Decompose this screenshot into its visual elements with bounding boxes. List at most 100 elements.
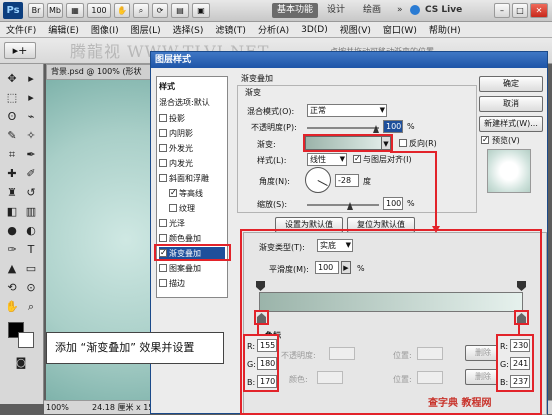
menu-analysis[interactable]: 分析(A) [252, 23, 295, 36]
3d-orbit-icon[interactable]: ⊙ [22, 279, 40, 297]
background-color-swatch[interactable] [18, 332, 34, 348]
opacity-slider[interactable] [307, 127, 379, 129]
checkbox[interactable] [159, 129, 167, 137]
preview-checkbox[interactable]: ✓ [481, 136, 489, 144]
angle-input[interactable]: -28 [335, 174, 359, 187]
style-item-inner-shadow[interactable]: 内阴影 [159, 127, 225, 141]
blend-mode-select[interactable]: 正常 ▼ [307, 104, 387, 117]
menu-filter[interactable]: 滤镜(T) [209, 23, 252, 36]
blur-tool-icon[interactable]: ● [3, 222, 21, 240]
screen-mode-icon[interactable]: ▣ [192, 3, 210, 18]
scale-input[interactable]: 100 [383, 197, 403, 210]
checkbox[interactable] [159, 279, 167, 287]
stop-color-swatch[interactable] [317, 371, 343, 384]
style-item-bevel[interactable]: 斜面和浮雕 [159, 172, 225, 186]
rotate-view-icon[interactable]: ⟳ [152, 3, 168, 18]
right-b-input[interactable]: 237 [510, 375, 530, 388]
quick-mask-icon[interactable]: ◙ [12, 354, 30, 372]
menu-select[interactable]: 选择(S) [167, 23, 210, 36]
workspace-essentials[interactable]: 基本功能 [272, 3, 319, 18]
crop-tool-icon[interactable]: ⌗ [3, 146, 21, 164]
style-item-drop-shadow[interactable]: 投影 [159, 112, 225, 126]
menu-3d[interactable]: 3D(D) [295, 25, 334, 35]
checkbox[interactable] [159, 114, 167, 122]
cancel-button[interactable]: 取消 [479, 96, 543, 112]
status-zoom[interactable]: 100% [46, 401, 69, 414]
stamp-tool-icon[interactable]: ♜ [3, 184, 21, 202]
move-tool-icon[interactable]: ✥ [3, 70, 21, 88]
menu-edit[interactable]: 编辑(E) [42, 23, 85, 36]
minibridge-button[interactable]: Mb [47, 3, 63, 18]
opacity-input[interactable]: 100 [383, 120, 403, 133]
ok-button[interactable]: 确定 [479, 76, 543, 92]
3d-rotate-icon[interactable]: ⟲ [3, 279, 21, 297]
right-g-input[interactable]: 241 [510, 357, 530, 370]
shape-tool-icon[interactable]: ▭ [22, 260, 40, 278]
checkbox[interactable] [159, 264, 167, 272]
angle-dial[interactable] [305, 167, 331, 193]
stop-location-input[interactable] [417, 347, 443, 360]
menu-view[interactable]: 视图(V) [334, 23, 377, 36]
menu-image[interactable]: 图像(I) [85, 23, 125, 36]
gradient-type-select[interactable]: 实底 ▼ [317, 239, 353, 252]
checkbox[interactable] [159, 144, 167, 152]
style-item-outer-glow[interactable]: 外发光 [159, 142, 225, 156]
blend-options-item[interactable]: 混合选项:默认 [159, 96, 225, 110]
lasso-tool-icon[interactable]: ʘ [3, 108, 21, 126]
smoothness-dropdown-icon[interactable]: ▶ [341, 261, 351, 274]
move-tool-preset-icon[interactable]: ▸+ [4, 42, 36, 59]
history-brush-icon[interactable]: ↺ [22, 184, 40, 202]
reverse-checkbox[interactable] [399, 139, 407, 147]
zoom-tool-icon[interactable]: ⌕ [22, 298, 40, 316]
style-item-stroke[interactable]: 描边 [159, 277, 225, 291]
checkbox[interactable] [159, 174, 167, 182]
new-style-button[interactable]: 新建样式(W)... [479, 116, 543, 132]
scale-slider[interactable] [307, 204, 379, 206]
eraser-tool-icon[interactable]: ◧ [3, 203, 21, 221]
left-r-input[interactable]: 155 [257, 339, 277, 352]
menu-window[interactable]: 窗口(W) [377, 23, 423, 36]
style-item-inner-glow[interactable]: 内发光 [159, 157, 225, 171]
marquee-alt-icon[interactable]: ▸ [22, 89, 40, 107]
workspace-more[interactable]: » [392, 3, 408, 18]
arrange-documents-icon[interactable]: ▤ [171, 3, 189, 18]
minimize-button[interactable]: – [494, 3, 510, 18]
checkbox[interactable] [169, 204, 177, 212]
document-tab[interactable]: 背景.psd @ 100% (形状 [46, 64, 156, 80]
eyedropper-icon[interactable]: ✒ [22, 146, 40, 164]
stop-color-location-input[interactable] [417, 371, 443, 384]
checkbox[interactable] [159, 219, 167, 227]
quick-select-icon[interactable]: ✎ [3, 127, 21, 145]
type-tool-icon[interactable]: T [22, 241, 40, 259]
brush-tool-icon[interactable]: ✐ [22, 165, 40, 183]
style-item-contour[interactable]: 等高线 [169, 186, 235, 201]
left-g-input[interactable]: 180 [257, 357, 277, 370]
view-extras-icon[interactable]: ▦ [66, 3, 84, 18]
cs-live-button[interactable]: CS Live [420, 3, 467, 18]
stop-opacity-input[interactable] [329, 347, 355, 360]
workspace-painting[interactable]: 绘画 [358, 3, 386, 18]
gradient-tool-icon[interactable]: ▥ [22, 203, 40, 221]
style-item-texture[interactable]: 纹理 [169, 202, 235, 216]
artboard-icon[interactable]: ▸ [22, 70, 40, 88]
style-list-header[interactable]: 样式 [159, 80, 225, 94]
pen-tool-icon[interactable]: ✑ [3, 241, 21, 259]
menu-file[interactable]: 文件(F) [0, 23, 42, 36]
path-select-icon[interactable]: ▲ [3, 260, 21, 278]
healing-brush-icon[interactable]: ✚ [3, 165, 21, 183]
bridge-button[interactable]: Br [28, 3, 44, 18]
zoom-icon[interactable]: ⌕ [133, 3, 149, 18]
left-b-input[interactable]: 170 [257, 375, 277, 388]
hand-icon[interactable]: ✋ [114, 3, 130, 18]
hand-tool-icon[interactable]: ✋ [3, 298, 21, 316]
marquee-tool-icon[interactable]: ⬚ [3, 89, 21, 107]
checkbox[interactable] [159, 159, 167, 167]
dodge-tool-icon[interactable]: ◐ [22, 222, 40, 240]
style-item-satin[interactable]: 光泽 [159, 217, 225, 231]
menu-layer[interactable]: 图层(L) [125, 23, 167, 36]
maximize-button[interactable]: □ [512, 3, 528, 18]
smoothness-input[interactable]: 100 [315, 261, 339, 274]
polygon-lasso-icon[interactable]: ⌁ [22, 108, 40, 126]
workspace-design[interactable]: 设计 [322, 3, 350, 18]
checkbox[interactable] [169, 186, 177, 200]
